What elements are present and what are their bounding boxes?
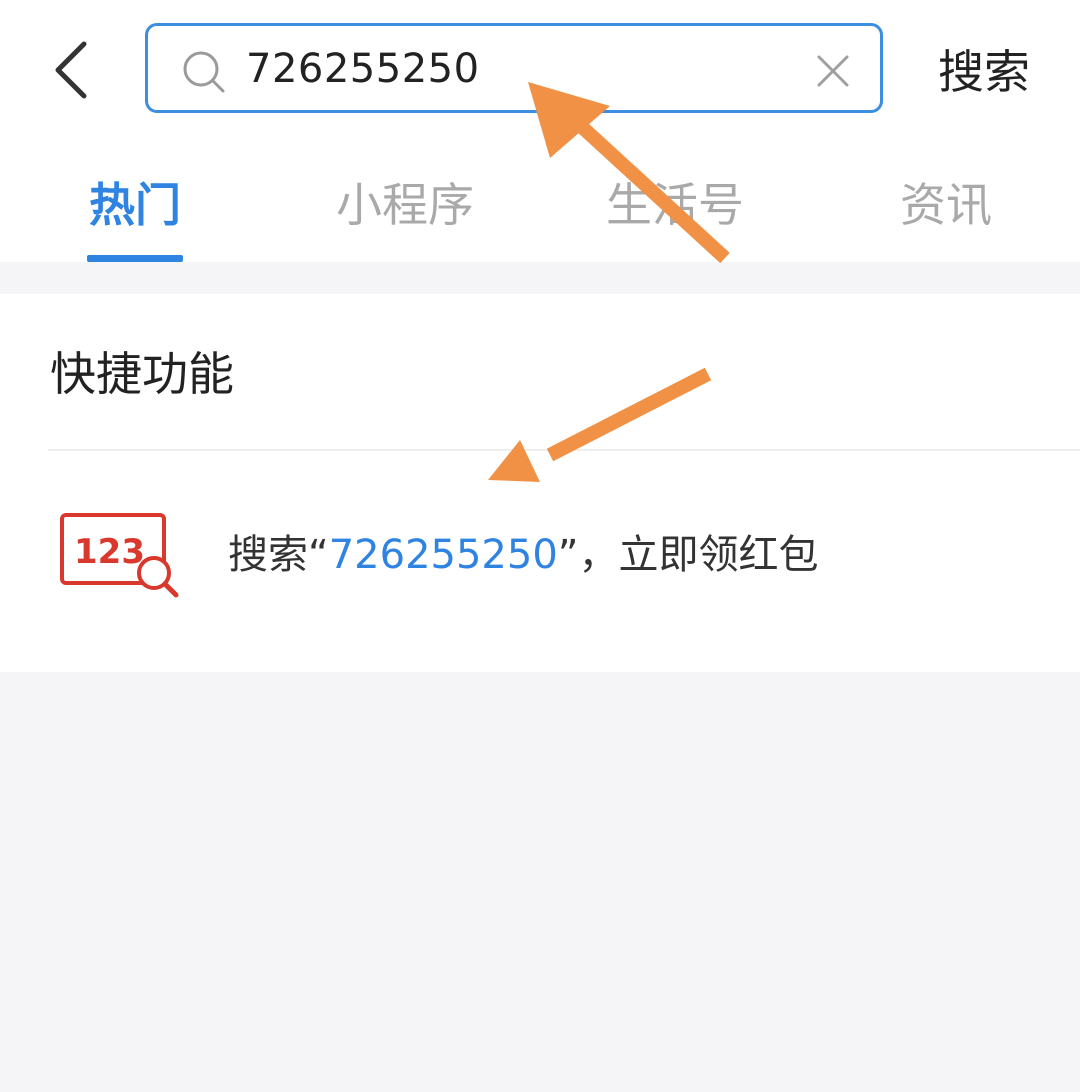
chevron-left-icon bbox=[55, 41, 87, 99]
back-button[interactable] bbox=[40, 30, 110, 110]
quick-functions-card: 快捷功能 123 搜索“726255250”，立即领红包 bbox=[0, 294, 1080, 672]
svg-text:123: 123 bbox=[74, 532, 145, 572]
tab-life-accounts[interactable]: 生活号 bbox=[600, 165, 750, 245]
close-icon[interactable] bbox=[816, 54, 850, 88]
tab-hot[interactable]: 热门 bbox=[82, 165, 188, 245]
search-box[interactable] bbox=[145, 23, 883, 113]
tab-mini-programs[interactable]: 小程序 bbox=[330, 165, 480, 245]
active-tab-indicator bbox=[87, 255, 183, 262]
header: 搜索 热门 小程序 生活号 资讯 bbox=[0, 0, 1080, 262]
tab-bar: 热门 小程序 生活号 资讯 bbox=[0, 165, 1080, 262]
tab-news[interactable]: 资讯 bbox=[894, 165, 998, 245]
quick-function-item[interactable]: 123 搜索“726255250”，立即领红包 bbox=[0, 451, 1080, 672]
number-search-icon: 123 bbox=[60, 513, 179, 598]
quick-function-prefix: 搜索“ bbox=[228, 532, 329, 578]
search-icon bbox=[183, 51, 225, 93]
search-submit-button[interactable]: 搜索 bbox=[920, 40, 1048, 104]
search-input[interactable] bbox=[246, 40, 786, 98]
quick-function-number: 726255250 bbox=[328, 532, 558, 578]
quick-function-suffix: ”，立即领红包 bbox=[557, 532, 819, 578]
section-title: 快捷功能 bbox=[50, 347, 234, 401]
quick-function-label: 搜索“726255250”，立即领红包 bbox=[228, 525, 819, 585]
